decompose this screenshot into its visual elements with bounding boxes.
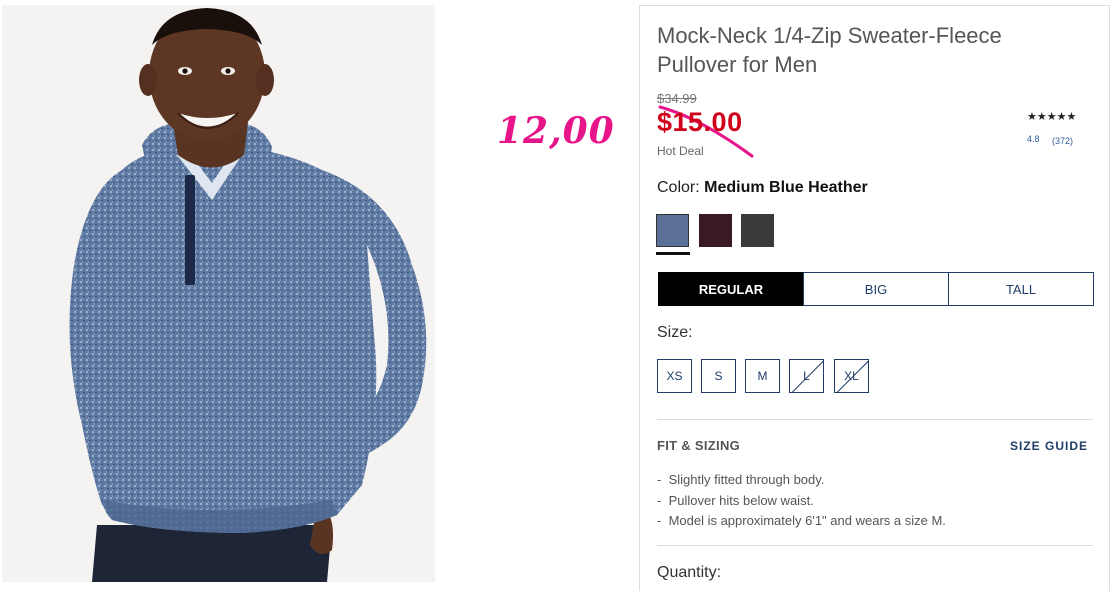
color-selection: Color: Medium Blue Heather — [657, 179, 868, 197]
tab-big[interactable]: BIG — [803, 272, 949, 306]
color-label: Color: — [657, 179, 700, 196]
size-button-xs[interactable]: XS — [657, 359, 692, 393]
annotation-price: 12,00 — [497, 110, 615, 152]
fit-sizing-heading: FIT & SIZING — [657, 438, 741, 453]
original-price: $34.99 — [657, 91, 697, 106]
list-item: Slightly fitted through body. — [657, 470, 946, 491]
selected-swatch-indicator — [656, 252, 690, 255]
swatch-medium-blue-heather[interactable] — [656, 214, 689, 247]
swatch-charcoal[interactable] — [741, 214, 774, 247]
size-button-s[interactable]: S — [701, 359, 736, 393]
rating-value[interactable]: 4.8 — [1027, 134, 1040, 144]
list-item: Pullover hits below waist. — [657, 491, 946, 512]
product-detail-panel: Mock-Neck 1/4-Zip Sweater-Fleece Pullove… — [639, 5, 1110, 591]
tab-regular[interactable]: REGULAR — [658, 272, 804, 306]
swatch-burgundy[interactable] — [699, 214, 732, 247]
product-title: Mock-Neck 1/4-Zip Sweater-Fleece Pullove… — [657, 23, 1002, 77]
divider — [657, 545, 1093, 546]
sale-price: $15.00 — [657, 107, 743, 137]
deal-label: Hot Deal — [657, 144, 704, 158]
selected-color-name: Medium Blue Heather — [704, 179, 868, 196]
list-item: Model is approximately 6'1" and wears a … — [657, 511, 946, 532]
fit-sizing-list: Slightly fitted through body. Pullover h… — [657, 470, 946, 532]
size-button-xl-unavailable[interactable]: XL — [834, 359, 869, 393]
size-button-m[interactable]: M — [745, 359, 780, 393]
quantity-label: Quantity: — [657, 564, 722, 581]
rating-stars-icon[interactable]: ★★★★★ — [1027, 110, 1076, 123]
size-label: Size: — [657, 324, 693, 341]
size-guide-link[interactable]: SIZE GUIDE — [1010, 439, 1088, 453]
review-count[interactable]: (372) — [1052, 136, 1073, 146]
product-photo — [2, 5, 435, 582]
tab-tall[interactable]: TALL — [948, 272, 1094, 306]
size-button-l-unavailable[interactable]: L — [789, 359, 824, 393]
fit-tabs: REGULAR BIG TALL — [658, 272, 1094, 306]
divider — [657, 419, 1093, 420]
